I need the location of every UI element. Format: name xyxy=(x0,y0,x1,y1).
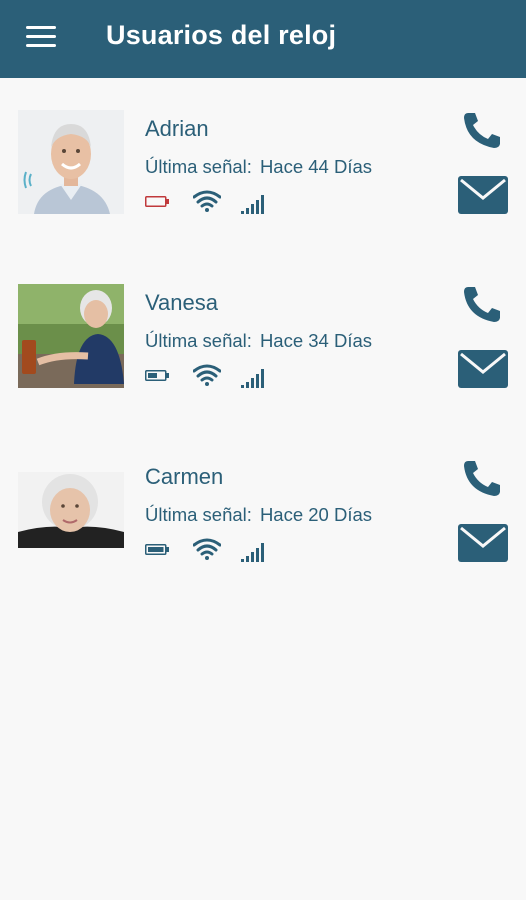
envelope-icon[interactable] xyxy=(458,524,508,562)
cell-signal-icon xyxy=(241,195,264,214)
wifi-icon xyxy=(193,538,221,560)
phone-icon[interactable] xyxy=(461,284,505,324)
phone-icon[interactable] xyxy=(461,110,505,150)
user-row-carmen[interactable]: Carmen Última señal: Hace 20 Días xyxy=(0,458,526,588)
user-name: Carmen xyxy=(145,464,224,489)
last-signal-value: Hace 34 Días xyxy=(259,330,373,351)
cell-signal-icon xyxy=(241,543,264,562)
user-row-adrian[interactable]: Adrian Última señal: Hace 44 Días xyxy=(0,110,526,240)
last-signal-label: Última señal: xyxy=(145,330,252,351)
battery-icon xyxy=(145,544,169,555)
wifi-icon xyxy=(193,364,221,386)
page-title: Usuarios del reloj xyxy=(106,20,337,50)
avatar xyxy=(18,472,124,548)
battery-icon xyxy=(145,370,169,381)
battery-icon xyxy=(145,196,169,207)
last-signal-value: Hace 44 Días xyxy=(259,156,373,177)
user-row-vanesa[interactable]: Vanesa Última señal: Hace 34 Días xyxy=(0,284,526,414)
last-signal: Última señal: Hace 34 Días xyxy=(145,330,372,352)
avatar xyxy=(18,284,124,388)
user-name: Vanesa xyxy=(145,290,218,315)
last-signal: Última señal: Hace 20 Días xyxy=(145,504,372,526)
last-signal-value: Hace 20 Días xyxy=(259,504,373,525)
hamburger-menu-icon[interactable] xyxy=(26,26,56,48)
app-bar: Usuarios del reloj xyxy=(0,0,526,78)
phone-icon[interactable] xyxy=(461,458,505,498)
envelope-icon[interactable] xyxy=(458,350,508,388)
avatar xyxy=(18,110,124,214)
envelope-icon[interactable] xyxy=(458,176,508,214)
wifi-icon xyxy=(193,190,221,212)
cell-signal-icon xyxy=(241,369,264,388)
last-signal: Última señal: Hace 44 Días xyxy=(145,156,372,178)
last-signal-label: Última señal: xyxy=(145,156,252,177)
user-name: Adrian xyxy=(145,116,209,141)
last-signal-label: Última señal: xyxy=(145,504,252,525)
